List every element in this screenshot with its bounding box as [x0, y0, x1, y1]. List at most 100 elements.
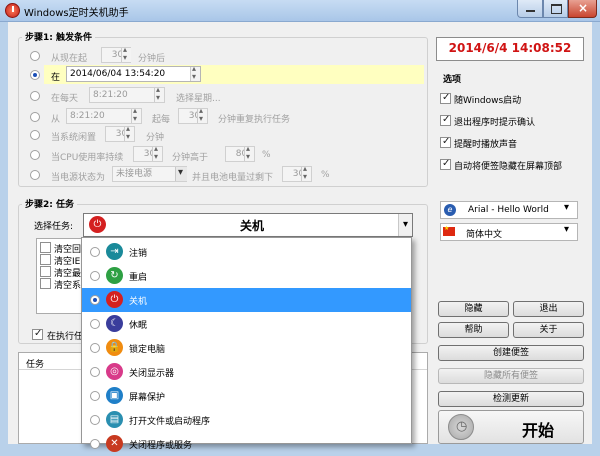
task-menu-label: 屏幕保护 — [129, 393, 166, 403]
cleanup-system-checkbox[interactable] — [40, 278, 51, 289]
task-menu-item[interactable]: ⇥ 注销 — [82, 240, 411, 264]
minimize-button[interactable] — [517, 0, 543, 18]
task-menu-item[interactable]: ☾ 休眠 — [82, 312, 411, 336]
font-select-arrow[interactable]: ▾ — [564, 202, 569, 213]
task-menu-item[interactable]: ▣ 屏幕保护 — [82, 384, 411, 408]
power-percent-spinner[interactable] — [301, 164, 311, 181]
from-now-unit: 分钟后 — [138, 54, 166, 64]
monitor-off-icon: ◎ — [106, 363, 123, 380]
cpu-minutes-spinner[interactable] — [152, 144, 162, 161]
hide-button[interactable]: 隐藏 — [438, 301, 509, 317]
idle-spinner[interactable] — [124, 124, 134, 141]
select-task-label: 选择任务: — [34, 222, 74, 232]
step1-label: 步骤1: 触发条件 — [22, 30, 95, 43]
about-button[interactable]: 关于 — [513, 322, 584, 338]
task-menu-radio — [90, 271, 100, 281]
repeat-interval-spinner[interactable] — [197, 106, 207, 123]
power-mid-label: 并且电池电量过剩下 — [192, 173, 274, 183]
option-sound-checkbox[interactable] — [440, 136, 451, 148]
repeat-from-time-spinner[interactable] — [131, 106, 141, 123]
from-now-radio[interactable] — [30, 51, 40, 61]
power-icon: ⏻ — [89, 216, 106, 233]
language-select-value: 简体中文 — [466, 230, 503, 240]
cleanup-system-label: 清空系 — [54, 281, 82, 291]
task-menu-item[interactable]: ↻ 重启 — [82, 264, 411, 288]
close-icon: × — [578, 1, 589, 15]
task-menu-label: 重启 — [129, 273, 148, 283]
task-combobox-arrow[interactable]: ▾ — [398, 214, 412, 236]
task-list-header-label: 任务 — [26, 360, 45, 370]
task-menu-item[interactable]: 🔒 锁定电脑 — [82, 336, 411, 360]
repeat-from-radio[interactable] — [30, 112, 40, 122]
power-radio[interactable] — [30, 170, 40, 180]
option-autostart-checkbox[interactable] — [440, 92, 451, 104]
option-hide-notes-label: 自动将便签隐藏在屏幕顶部 — [454, 162, 563, 172]
check-update-button[interactable]: 检测更新 — [438, 391, 584, 407]
task-menu-label: 休眠 — [129, 321, 148, 331]
when-run-label: 在执行任 — [47, 332, 84, 342]
language-select-arrow[interactable]: ▾ — [564, 224, 569, 235]
task-menu-label: 关机 — [129, 297, 148, 307]
exit-button[interactable]: 退出 — [513, 301, 584, 317]
option-hide-notes-checkbox[interactable] — [440, 158, 451, 170]
task-menu-item[interactable]: ✕ 关闭程序或服务 — [82, 432, 411, 456]
when-run-checkbox[interactable] — [32, 328, 43, 340]
task-menu-radio — [90, 295, 100, 305]
selected-task-label: 关机 — [240, 219, 265, 233]
task-menu-radio — [90, 319, 100, 329]
font-select-value: Arial - Hello World — [468, 205, 549, 215]
options-label: 选项 — [440, 72, 465, 85]
task-menu-item[interactable]: ▤ 打开文件或启动程序 — [82, 408, 411, 432]
clock-text: 2014/6/4 14:08:52 — [448, 41, 572, 55]
sleep-moon-icon: ☾ — [106, 315, 123, 332]
cpu-percent-spinner[interactable] — [244, 144, 254, 161]
power-icon: ⏻ — [106, 291, 123, 308]
task-menu-item[interactable]: ⏻ 关机 — [82, 288, 411, 312]
at-datetime-spinner[interactable] — [190, 64, 200, 81]
app-power-icon — [5, 3, 20, 18]
from-now-label: 从现在起 — [51, 54, 88, 64]
cleanup-recent-checkbox[interactable] — [40, 266, 51, 277]
create-note-button[interactable]: 创建便签 — [438, 345, 584, 361]
cpu-percent-unit: % — [262, 150, 271, 160]
task-menu-label: 锁定电脑 — [129, 345, 166, 355]
help-button[interactable]: 帮助 — [438, 322, 509, 338]
option-sound-label: 提醒时播放声音 — [454, 140, 518, 150]
lock-icon: 🔒 — [106, 339, 123, 356]
idle-unit: 分钟 — [146, 133, 165, 143]
select-week-link[interactable]: 选择星期... — [176, 91, 221, 104]
at-radio[interactable] — [30, 70, 40, 80]
hide-all-notes-button[interactable]: 隐藏所有便签 — [438, 368, 584, 384]
task-menu-label: 打开文件或启动程序 — [129, 417, 211, 427]
option-confirm-exit-checkbox[interactable] — [440, 114, 451, 126]
cleanup-recycle-checkbox[interactable] — [40, 242, 51, 253]
logoff-icon: ⇥ — [106, 243, 123, 260]
task-menu-radio — [90, 415, 100, 425]
cpu-radio[interactable] — [30, 150, 40, 160]
task-menu-radio — [90, 343, 100, 353]
task-menu-label: 注销 — [129, 249, 148, 259]
font-icon: e — [444, 204, 456, 216]
china-flag-icon: ★ — [443, 225, 455, 236]
cpu-mid-label: 分钟高于 — [172, 153, 209, 163]
at-datetime-field[interactable]: 2014/06/04 13:54:20 — [66, 66, 201, 82]
power-label: 当电源状态为 — [51, 173, 106, 183]
repeat-unit-label: 分钟重复执行任务 — [218, 115, 291, 125]
restart-icon: ↻ — [106, 267, 123, 284]
every-day-time-spinner[interactable] — [154, 85, 164, 102]
option-confirm-exit-label: 退出程序时提示确认 — [454, 118, 536, 128]
open-program-icon: ▤ — [106, 411, 123, 428]
task-menu-item[interactable]: ◎ 关闭显示器 — [82, 360, 411, 384]
option-autostart-label: 随Windows启动 — [454, 96, 522, 106]
maximize-button[interactable] — [543, 0, 568, 18]
power-state-dropdown-arrow[interactable] — [175, 167, 187, 181]
power-percent-unit: % — [321, 170, 330, 180]
idle-label: 当系统闲置 — [51, 133, 97, 143]
idle-radio[interactable] — [30, 130, 40, 140]
close-button[interactable]: × — [568, 0, 597, 18]
cleanup-ie-checkbox[interactable] — [40, 254, 51, 265]
every-day-radio[interactable] — [30, 91, 40, 101]
screensaver-icon: ▣ — [106, 387, 123, 404]
language-select[interactable] — [440, 223, 578, 241]
from-now-spinner[interactable] — [121, 45, 131, 62]
